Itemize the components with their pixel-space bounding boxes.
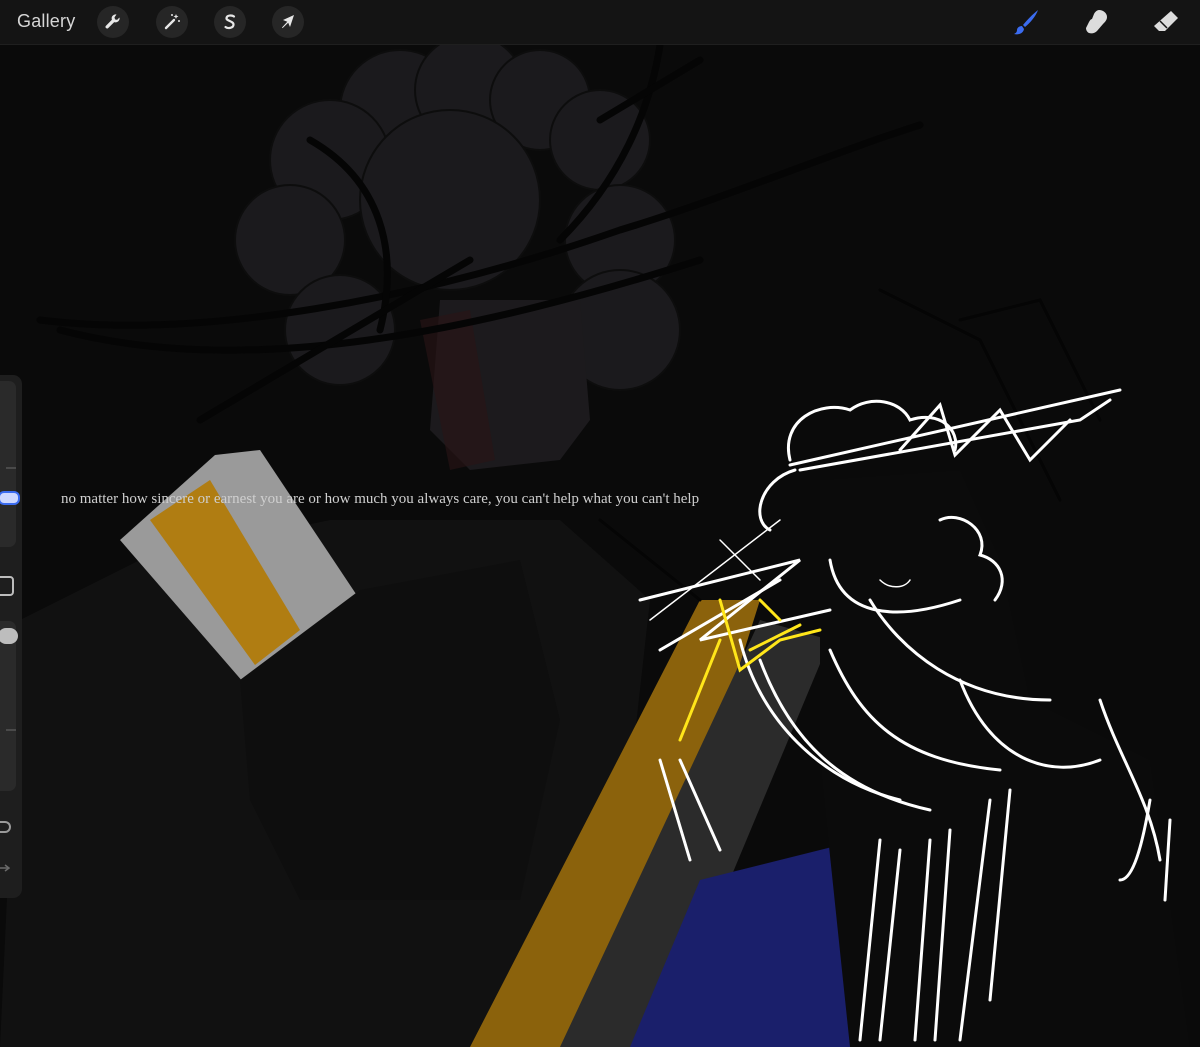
eraser-icon — [1154, 11, 1178, 31]
drawing-canvas[interactable] — [0, 45, 1200, 1047]
brush-size-slider[interactable] — [0, 381, 16, 547]
brush-icon — [1014, 10, 1038, 35]
brush-size-knob[interactable] — [0, 491, 20, 505]
small-figure-body — [820, 470, 1190, 1047]
actions-button[interactable] — [97, 6, 129, 38]
redo-icon — [0, 864, 11, 872]
undo-button[interactable] — [0, 821, 11, 833]
brush-tool-button[interactable] — [1009, 5, 1043, 39]
slider-tick — [6, 467, 16, 469]
modify-button[interactable] — [0, 576, 14, 596]
opacity-slider[interactable] — [0, 621, 16, 791]
smudge-tool-button[interactable] — [1079, 5, 1113, 39]
top-toolbar: Gallery — [0, 0, 1200, 45]
redo-button[interactable] — [0, 859, 11, 872]
left-sidebar — [0, 375, 22, 898]
selection-button[interactable] — [214, 6, 246, 38]
smudge-finger-icon — [1086, 10, 1107, 34]
transform-button[interactable] — [272, 6, 304, 38]
magic-wand-icon — [164, 14, 180, 30]
slider-tick — [6, 729, 16, 731]
selection-s-icon — [224, 14, 236, 30]
artwork — [0, 45, 1190, 1047]
adjustments-button[interactable] — [156, 6, 188, 38]
eraser-tool-button[interactable] — [1149, 5, 1183, 39]
opacity-knob[interactable] — [0, 628, 18, 644]
caption-text: no matter how sincere or earnest you are… — [61, 491, 700, 507]
gallery-button[interactable]: Gallery — [17, 11, 75, 32]
arrow-cursor-icon — [282, 15, 294, 29]
wrench-icon — [105, 14, 120, 29]
